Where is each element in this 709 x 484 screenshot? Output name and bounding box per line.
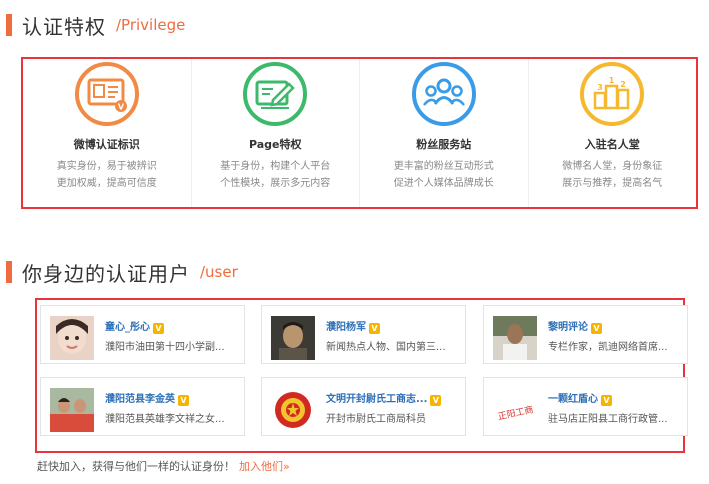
privilege-item-hall-of-fame[interactable]: 1 3 2 入驻名人堂 微博名人堂，身份象征 展示与推荐，提高名气 [529, 59, 697, 207]
user-card[interactable]: 正阳工商 一颗红盾心 V 驻马店正阳县工商行政管... [483, 377, 688, 436]
user-name-link[interactable]: 濮阳范县李金英 V [105, 390, 189, 406]
users-header: 你身边的认证用户 /user [0, 257, 238, 287]
user-card[interactable]: 文明开封尉氏工商志... V 开封市尉氏工商局科员 [261, 377, 466, 436]
id-card-icon: V [74, 62, 139, 126]
join-prompt: 赶快加入，获得与他们一样的认证身份！ 加入他们» [37, 458, 290, 474]
verified-icon: V [369, 323, 380, 334]
verified-icon: V [591, 323, 602, 334]
user-name-link[interactable]: 黎明评论 V [548, 318, 602, 334]
privilege-item-verified-badge[interactable]: V 微博认证标识 真实身份，易于被辨识 更加权威，提高可信度 [23, 59, 192, 207]
privilege-item-desc: 微博名人堂，身份象征 展示与推荐，提高名气 [562, 161, 663, 189]
privilege-item-title: Page特权 [248, 138, 302, 151]
svg-text:V: V [118, 103, 125, 112]
join-link[interactable]: 加入他们» [239, 460, 290, 473]
stamp-logo: 正阳工商 [493, 388, 537, 432]
user-name-link[interactable]: 一颗红盾心 V [548, 390, 612, 406]
user-name-link[interactable]: 文明开封尉氏工商志... V [326, 390, 442, 406]
avatar[interactable] [493, 316, 537, 360]
user-description: 新闻热点人物、国内第三... [326, 342, 446, 353]
verified-icon: V [430, 395, 442, 406]
users-subtitle: /user [200, 263, 238, 281]
join-prompt-text: 赶快加入，获得与他们一样的认证身份！ [37, 460, 235, 473]
podium-icon: 1 3 2 [580, 62, 645, 126]
privilege-subtitle: /Privilege [116, 16, 186, 34]
privilege-item-title: 粉丝服务站 [416, 138, 472, 151]
edit-card-icon [243, 62, 308, 126]
user-description: 开封市尉氏工商局科员 [326, 414, 426, 425]
verified-icon: V [153, 323, 164, 334]
user-name-link[interactable]: 童心_彤心 V [105, 318, 164, 334]
privilege-item-desc: 更丰富的粉丝互动形式 促进个人媒体品牌成长 [393, 161, 494, 189]
privilege-item-desc: 基于身份，构建个人平台 个性模块，展示多元内容 [220, 161, 331, 189]
avatar[interactable]: 正阳工商 [493, 388, 537, 432]
svg-text:2: 2 [620, 80, 626, 89]
privilege-panel: V 微博认证标识 真实身份，易于被辨识 更加权威，提高可信度 Page特权 基于… [21, 57, 698, 209]
verified-icon: V [178, 395, 189, 406]
privilege-item-title: 微博认证标识 [73, 138, 140, 151]
avatar[interactable] [271, 316, 315, 360]
section-marker [6, 14, 12, 36]
privilege-item-fan-service[interactable]: 粉丝服务站 更丰富的粉丝互动形式 促进个人媒体品牌成长 [360, 59, 529, 207]
people-group-icon [411, 62, 476, 126]
avatar[interactable] [50, 388, 94, 432]
avatar[interactable] [50, 316, 94, 360]
privilege-item-desc: 真实身份，易于被辨识 更加权威，提高可信度 [56, 161, 157, 189]
verified-icon: V [601, 395, 612, 406]
privilege-item-page[interactable]: Page特权 基于身份，构建个人平台 个性模块，展示多元内容 [192, 59, 360, 207]
privilege-item-title: 入驻名人堂 [584, 138, 640, 151]
user-name-link[interactable]: 濮阳杨军 V [326, 318, 380, 334]
user-description: 驻马店正阳县工商行政管... [548, 414, 668, 425]
user-card[interactable]: 濮阳杨军 V 新闻热点人物、国内第三... [261, 305, 466, 364]
user-card[interactable]: 濮阳范县李金英 V 濮阳范县英雄李文祥之女... [40, 377, 245, 436]
user-description: 濮阳范县英雄李文祥之女... [105, 414, 225, 425]
user-description: 濮阳市油田第十四小学副... [105, 342, 225, 353]
avatar[interactable] [271, 388, 315, 432]
user-description: 专栏作家，凯迪网络首席... [548, 342, 668, 353]
privilege-title: 认证特权 [22, 14, 106, 39]
svg-text:1: 1 [609, 76, 615, 85]
svg-text:3: 3 [597, 83, 603, 92]
privilege-header: 认证特权 /Privilege [0, 10, 185, 40]
user-card[interactable]: 童心_彤心 V 濮阳市油田第十四小学副... [40, 305, 245, 364]
user-card[interactable]: 黎明评论 V 专栏作家，凯迪网络首席... [483, 305, 688, 364]
verified-users-panel: 童心_彤心 V 濮阳市油田第十四小学副... 濮阳杨军 V 新闻热点人物、国内第三.… [35, 298, 688, 453]
section-marker [6, 261, 12, 283]
industry-commerce-emblem [271, 388, 315, 432]
users-title: 你身边的认证用户 [22, 261, 190, 286]
